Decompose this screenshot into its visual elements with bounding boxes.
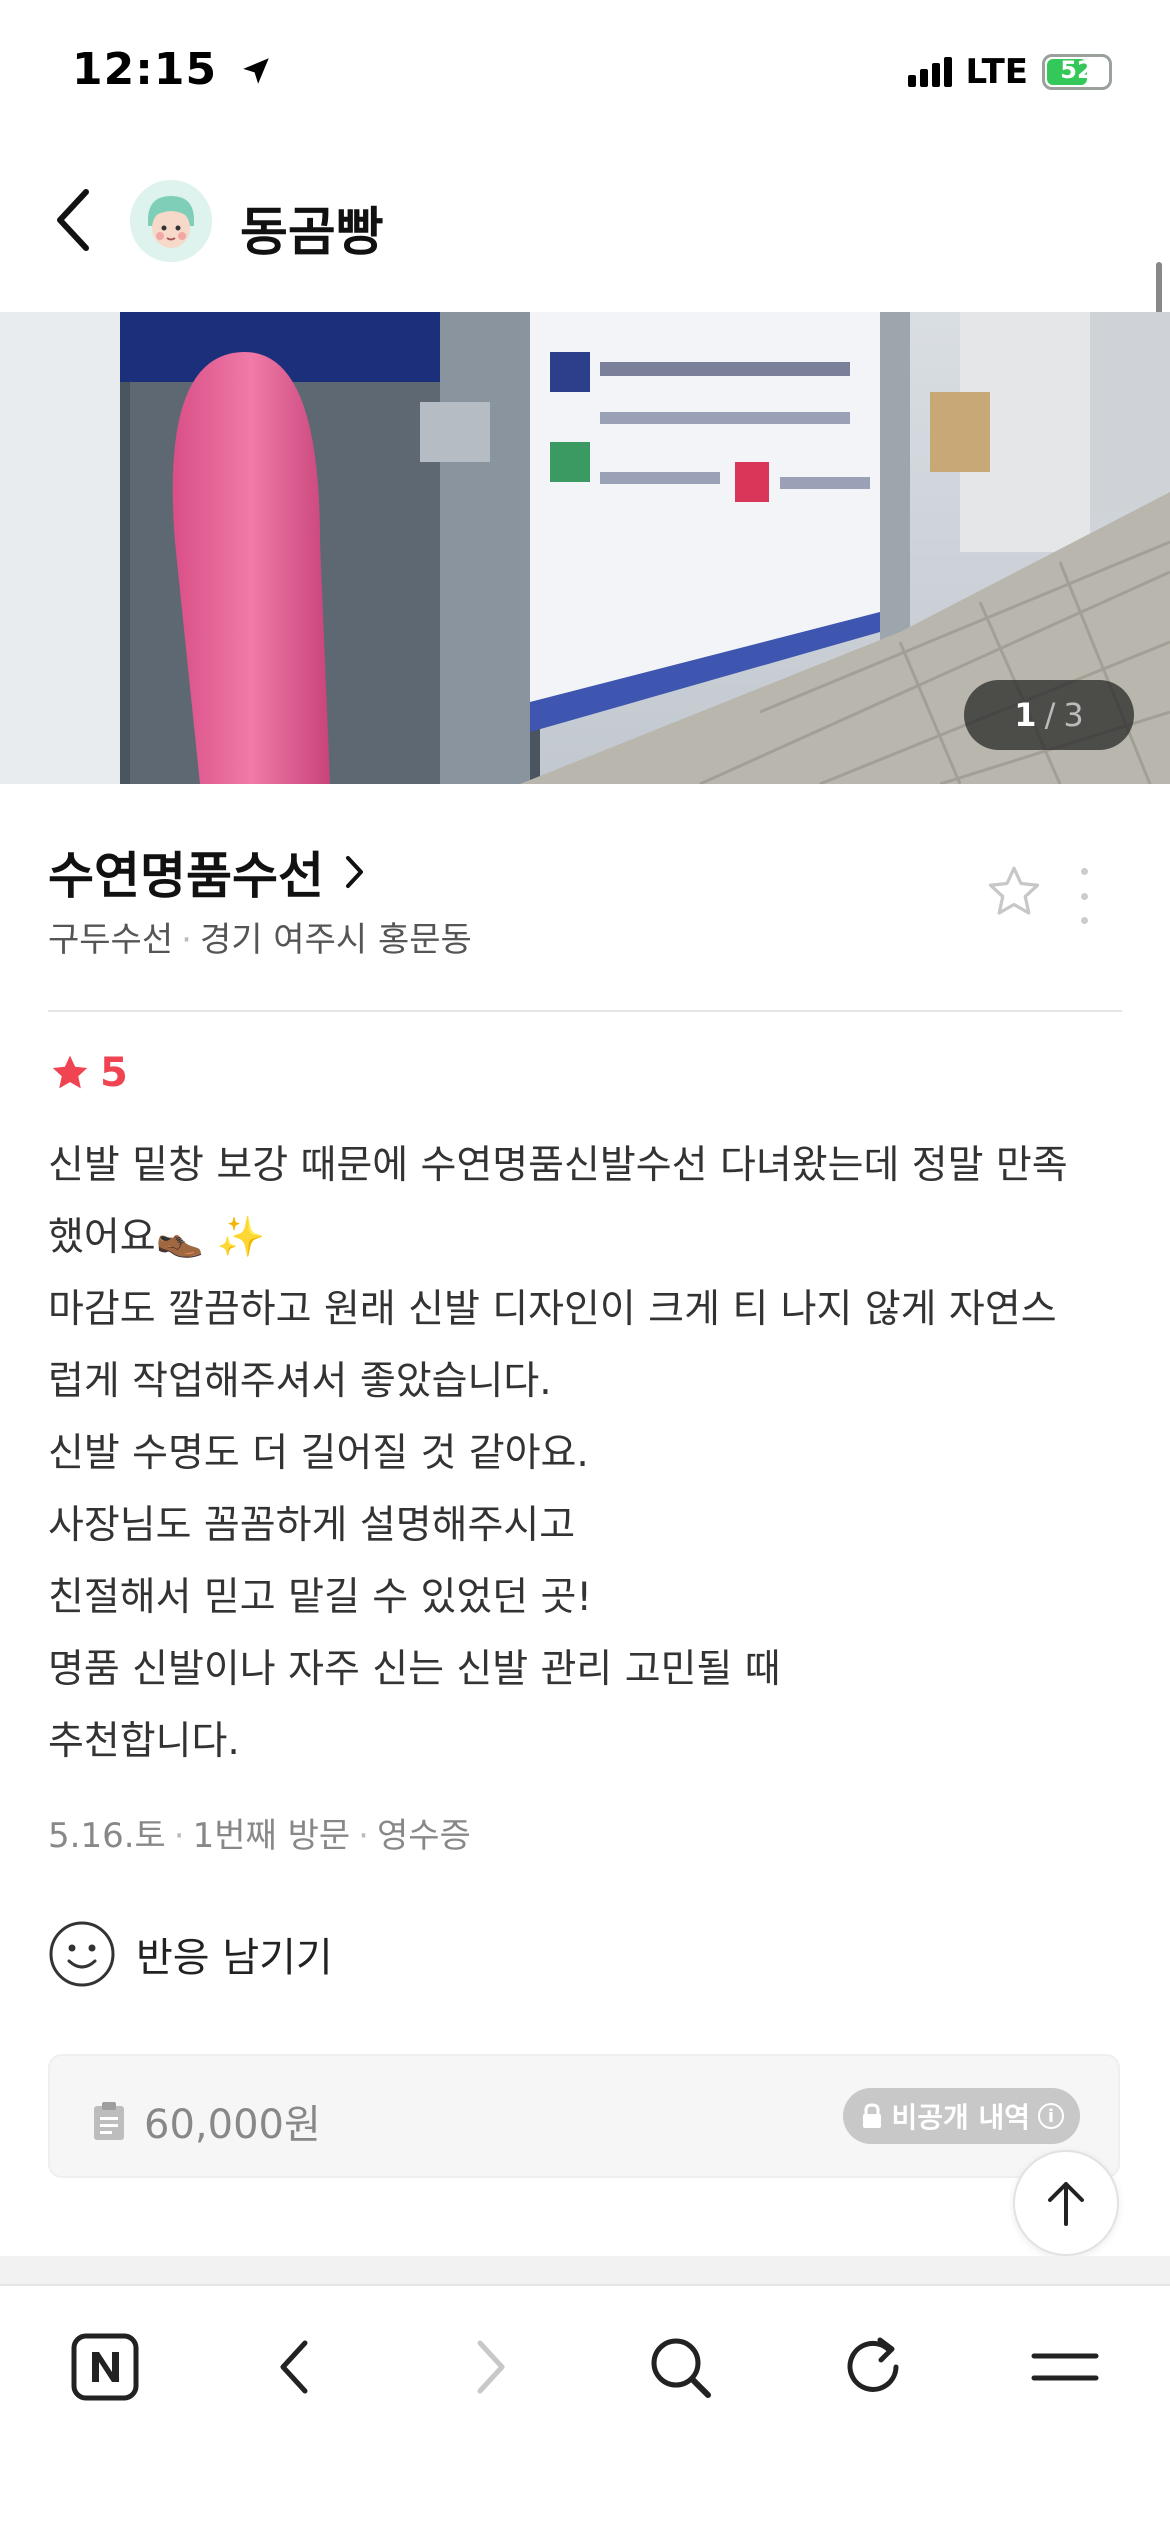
battery-icon: 52	[1042, 54, 1112, 90]
battery-level: 52	[1060, 56, 1094, 84]
price-value: 60,000원	[144, 2102, 321, 2148]
review-line: 럽게 작업해주셔서 좋았습니다.	[48, 1359, 552, 1404]
menu-button[interactable]	[1020, 2322, 1110, 2412]
network-label: LTE	[965, 52, 1028, 92]
browser-forward-button[interactable]	[445, 2322, 535, 2412]
place-meta: 구두수선 · 경기 여주시 홍문동	[48, 920, 472, 960]
avatar[interactable]	[130, 180, 212, 262]
review-line: 신발 밑창 보강 때문에 수연명품신발수선 다녀왔는데 정말 만족	[48, 1143, 1068, 1188]
more-options-button[interactable]	[1072, 868, 1096, 924]
browser-back-button[interactable]	[250, 2322, 340, 2412]
visit-proof: 영수증	[376, 1816, 471, 1856]
scroll-to-top-button[interactable]	[1013, 2150, 1119, 2256]
place-location: 경기 여주시 홍문동	[199, 920, 472, 960]
home-button[interactable]	[60, 2322, 150, 2412]
info-icon[interactable]: i	[1038, 2103, 1064, 2129]
browser-toolbar	[0, 2284, 1170, 2532]
place-category: 구두수선	[48, 920, 174, 960]
private-badge[interactable]: 비공개 내역 i	[843, 2088, 1080, 2144]
photo-counter-separator: /	[1044, 696, 1056, 734]
star-filled-icon	[52, 1055, 88, 1089]
divider	[48, 1010, 1122, 1012]
search-icon	[651, 2338, 711, 2398]
chevron-left-icon	[57, 189, 89, 251]
back-arrow-icon	[280, 2340, 308, 2394]
review-line: 했어요👞 ✨	[48, 1215, 266, 1260]
review-rating: 5	[48, 1050, 128, 1096]
status-time: 12:15	[72, 44, 273, 95]
search-button[interactable]	[635, 2322, 725, 2412]
review-line: 사장님도 꼼꼼하게 설명해주시고	[48, 1503, 576, 1548]
clipboard-icon	[94, 2102, 124, 2140]
back-button[interactable]	[44, 180, 104, 260]
photo-counter-current: 1	[1014, 696, 1037, 734]
reload-button[interactable]	[828, 2322, 918, 2412]
review-line: 마감도 깔끔하고 원래 신발 디자인이 크게 티 나지 않게 자연스	[48, 1287, 1057, 1332]
forward-arrow-icon	[477, 2340, 505, 2394]
review-line: 명품 신발이나 자주 신는 신발 관리 고민될 때	[48, 1647, 781, 1692]
section-gap	[0, 2256, 1170, 2284]
visit-meta: 5.16.토 · 1번째 방문 · 영수증	[48, 1816, 471, 1856]
photo-counter: 1 / 3	[964, 680, 1134, 750]
receipt-box[interactable]: 60,000원 비공개 내역 i	[48, 2054, 1120, 2178]
menu-icon	[1031, 2353, 1099, 2381]
place-name: 수연명품수선	[48, 847, 324, 905]
review-text[interactable]: 신발 밑창 보강 때문에 수연명품신발수선 다녀왔는데 정말 만족 했어요👞 ✨…	[48, 1130, 1122, 1778]
review-line: 추천합니다.	[48, 1719, 240, 1764]
reload-icon	[847, 2337, 899, 2392]
signal-icon	[907, 57, 952, 87]
location-arrow-icon	[243, 58, 270, 84]
reaction-label: 반응 남기기	[136, 1935, 333, 1981]
arrow-up-icon	[1048, 2182, 1084, 2226]
place-name-link[interactable]: 수연명품수선	[48, 836, 366, 908]
status-indicators: LTE 52	[907, 52, 1112, 92]
leave-reaction-button[interactable]: 반응 남기기	[48, 1920, 333, 1988]
favorite-button[interactable]	[984, 862, 1044, 922]
lock-icon	[863, 2103, 882, 2128]
more-vertical-icon	[1080, 868, 1088, 875]
naver-home-icon	[71, 2333, 139, 2401]
page-title: 동곰빵	[240, 203, 384, 263]
receipt-price: 60,000원	[92, 2092, 321, 2150]
visit-date: 5.16.토	[48, 1816, 166, 1856]
private-label: 비공개 내역	[891, 2101, 1030, 2134]
star-outline-icon	[988, 866, 1040, 915]
avatar-icon	[130, 180, 212, 262]
smiley-icon	[49, 1921, 115, 1987]
review-line: 친절해서 믿고 맡길 수 있었던 곳!	[48, 1575, 593, 1620]
chevron-right-icon	[346, 856, 363, 888]
rating-value: 5	[100, 1050, 128, 1096]
visit-count: 1번째 방문	[192, 1816, 351, 1856]
photo-counter-total: 3	[1063, 696, 1084, 734]
review-line: 신발 수명도 더 길어질 것 같아요.	[48, 1431, 589, 1476]
